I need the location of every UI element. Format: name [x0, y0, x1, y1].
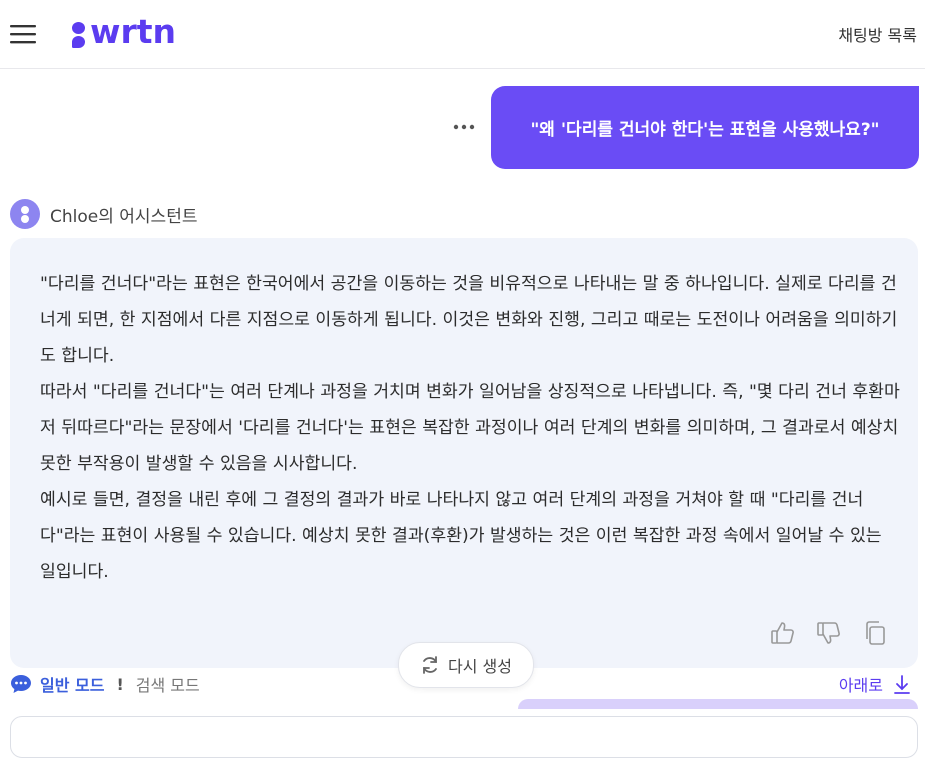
user-message-bubble: "왜 '다리를 건너야 한다'는 표현을 사용했나요?" [491, 86, 919, 169]
assistant-name: Chloe의 어시스턴트 [50, 206, 198, 227]
regenerate-button[interactable]: 다시 생성 [398, 642, 534, 688]
chat-list-button[interactable]: 채팅방 목록 [838, 22, 917, 46]
assistant-avatar [10, 199, 40, 229]
thumbs-down-icon[interactable] [816, 620, 842, 646]
assistant-header: Chloe의 어시스턴트 [10, 198, 197, 230]
thumbs-up-icon[interactable] [770, 620, 796, 646]
copy-icon[interactable] [862, 620, 888, 646]
chat-input-box[interactable] [10, 716, 918, 758]
general-mode-button[interactable]: 일반 모드 [40, 672, 104, 696]
answer-paragraph: 따라서 "다리를 건너다"는 여러 단계나 과정을 거치며 변화가 일어남을 상… [40, 382, 900, 474]
hamburger-menu-icon[interactable] [10, 23, 36, 45]
top-header: wrtn 채팅방 목록 [0, 0, 925, 69]
chat-bubble-icon [11, 675, 31, 693]
assistant-answer-text: "다리를 건너다"라는 표현은 한국어에서 공간을 이동하는 것을 비유적으로 … [40, 266, 900, 590]
more-dots-icon[interactable] [452, 119, 476, 135]
next-message-peek [518, 699, 918, 709]
logo-text: wrtn [90, 12, 177, 51]
answer-actions [770, 620, 888, 646]
arrow-down-icon [894, 675, 910, 694]
mode-separator: ! [116, 674, 124, 694]
scroll-down-button[interactable]: 아래로 [839, 672, 911, 696]
user-message-text: "왜 '다리를 건너야 한다'는 표현을 사용했나요?" [530, 120, 880, 140]
answer-paragraph: 예시로 들면, 결정을 내린 후에 그 결정의 결과가 바로 나타나지 않고 여… [40, 490, 882, 582]
logo-mark-icon [72, 16, 86, 48]
answer-paragraph: "다리를 건너다"라는 표현은 한국어에서 공간을 이동하는 것을 비유적으로 … [40, 274, 898, 366]
scroll-down-label: 아래로 [838, 676, 883, 695]
refresh-icon [423, 656, 437, 674]
search-mode-button[interactable]: 검색 모드 [136, 672, 200, 696]
wrtn-logo[interactable]: wrtn [72, 12, 176, 52]
mode-selector: 일반 모드 ! 검색 모드 [10, 670, 200, 698]
assistant-answer-card: "다리를 건너다"라는 표현은 한국어에서 공간을 이동하는 것을 비유적으로 … [10, 238, 918, 668]
regenerate-label: 다시 생성 [448, 657, 512, 676]
